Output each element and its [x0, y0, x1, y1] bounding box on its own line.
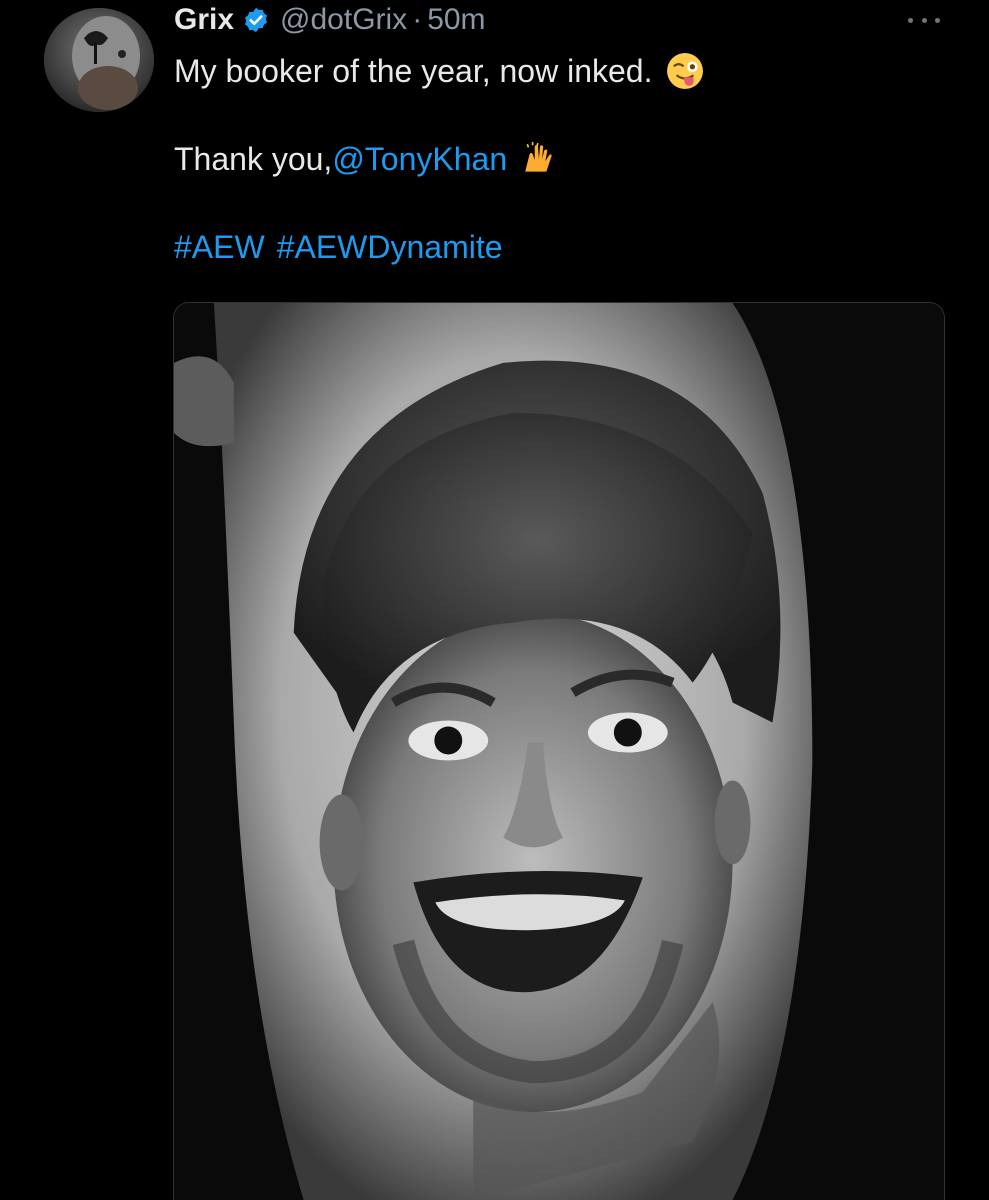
tweet-header: Grix @dotGrix · 50m	[174, 0, 486, 40]
mention-link[interactable]: @TonyKhan	[332, 136, 507, 182]
winking-face-with-tongue-icon	[666, 52, 704, 90]
raising-hands-icon	[521, 140, 559, 178]
tweet-line-1: My booker of the year, now inked.	[174, 53, 653, 89]
hashtag-link[interactable]: #AEWDynamite	[277, 224, 503, 270]
avatar-image	[44, 8, 154, 112]
tweet-line-2-prefix: Thank you,	[174, 141, 333, 177]
tweet-media-image[interactable]	[173, 302, 945, 1200]
tattoo-photo	[174, 303, 944, 1200]
handle[interactable]: @dotGrix	[280, 3, 407, 37]
avatar[interactable]	[44, 8, 154, 112]
hashtag-link[interactable]: #AEW	[174, 224, 265, 270]
more-options-icon[interactable]	[904, 10, 944, 30]
display-name[interactable]: Grix	[174, 3, 234, 37]
timestamp[interactable]: 50m	[427, 3, 485, 37]
verified-badge-icon	[242, 6, 270, 34]
separator: ·	[412, 3, 423, 36]
tweet-text: My booker of the year, now inked. Thank …	[174, 48, 704, 270]
tweet: Grix @dotGrix · 50m My booker of the yea…	[0, 0, 989, 1200]
